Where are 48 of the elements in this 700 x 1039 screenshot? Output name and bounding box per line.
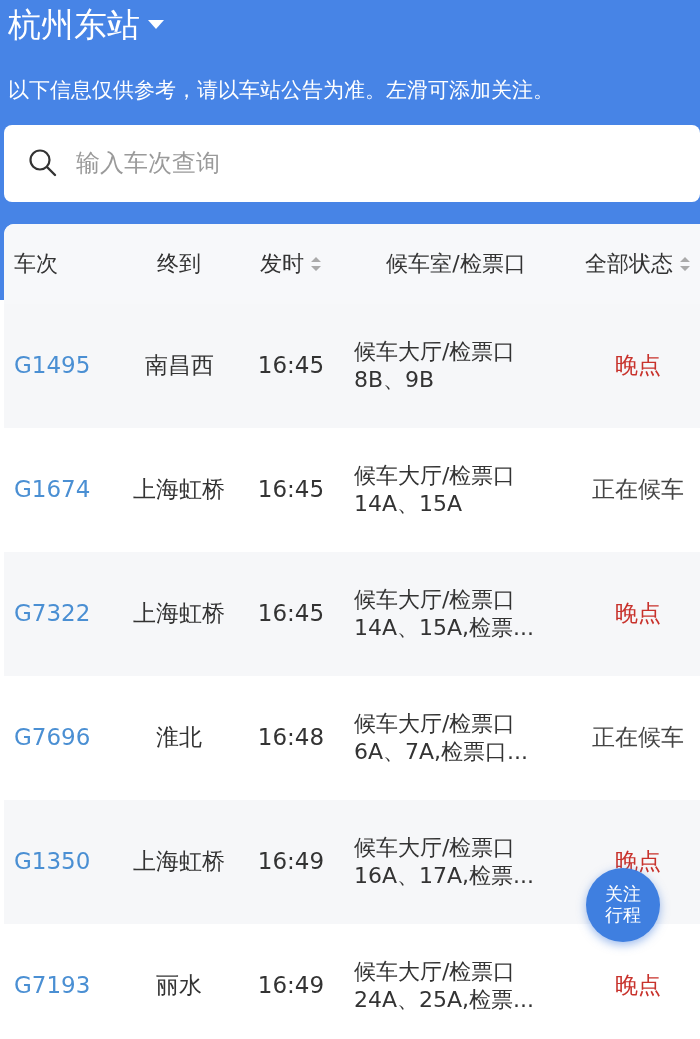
departure-time-cell-text: 16:49 [256,971,326,1001]
train-number-link[interactable]: G1350 [4,844,112,879]
destination-cell-text: 上海虹桥 [132,475,226,505]
ticket-gate-text: 14A、15A,检票... [354,613,536,642]
train-number-link[interactable]: G7193 [4,968,112,1003]
train-number-link[interactable]: G7696 [4,720,112,755]
column-header: 终到 [156,250,202,279]
departure-time-cell-text: 16:45 [256,351,326,381]
status-cell-text: 晚点 [614,351,662,381]
train-number-link[interactable]: G1495 [4,348,112,383]
column-header: 车次 [13,250,59,279]
ticket-gate-text: 24A、25A,检票... [354,985,536,1014]
station-title[interactable]: 杭州东站 [8,8,140,41]
train-number-link[interactable]: G7322 [4,596,112,631]
waiting-hall-text: 候车大厅/检票口 [354,586,517,614]
notice-text: 以下信息仅供参考，请以车站公告为准。左滑可添加关注。 [7,77,555,104]
status-cell-text: 晚点 [614,599,662,629]
destination-cell-text: 上海虹桥 [132,847,226,877]
destination-cell-text: 丽水 [155,971,203,1001]
departure-time-cell-text: 16:45 [256,475,326,505]
waiting-hall-text: 候车大厅/检票口 [354,710,517,738]
status-cell-text: 正在候车 [591,475,685,505]
status-cell-text: 正在候车 [591,723,685,753]
column-header[interactable]: 全部状态 [576,247,700,281]
destination-cell-text: 上海虹桥 [132,599,226,629]
sort-icon[interactable] [310,255,322,272]
waiting-hall-text: 候车大厅/检票口 [354,958,517,986]
sort-icon[interactable] [679,255,691,272]
search-input[interactable]: 输入车次查询 [74,144,676,183]
ticket-gate-text: 8B、9B [354,365,436,394]
waiting-hall-text: 候车大厅/检票口 [354,338,517,366]
departure-time-cell-text: 16:48 [256,723,326,753]
column-header[interactable]: 发时 [246,247,336,281]
dropdown-caret-icon[interactable] [148,19,164,30]
departure-time-cell-text: 16:49 [256,847,326,877]
ticket-gate-text: 14A、15A [354,489,464,518]
status-cell-text: 晚点 [614,971,662,1001]
ticket-gate-text: 16A、17A,检票... [354,861,536,890]
column-header: 候车室/检票口 [385,250,527,279]
train-number-link[interactable]: G1674 [4,472,112,507]
waiting-hall-text: 候车大厅/检票口 [354,834,517,862]
destination-cell-text: 南昌西 [143,351,215,381]
destination-cell-text: 淮北 [155,723,203,753]
ticket-gate-text: 6A、7A,检票口... [354,737,530,766]
departure-time-cell-text: 16:45 [256,599,326,629]
waiting-hall-text: 候车大厅/检票口 [354,462,517,490]
search-icon [28,148,58,179]
search-field[interactable]: 输入车次查询 [4,124,700,202]
